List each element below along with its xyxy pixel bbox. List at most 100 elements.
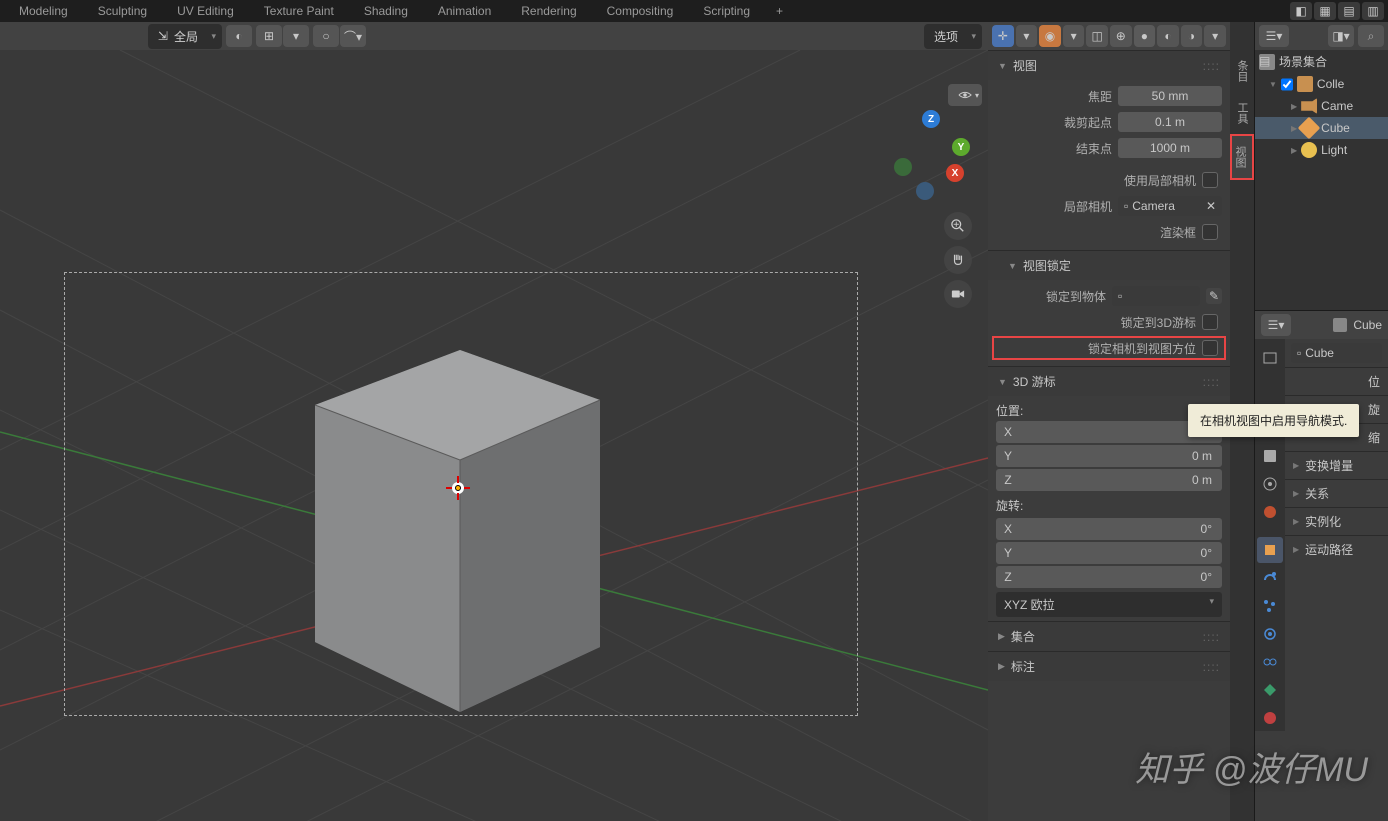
props-tab-particle[interactable] [1257,593,1283,619]
scene-collection-row[interactable]: ▤场景集合 [1255,50,1388,73]
location-y-field[interactable]: Y0 m [996,445,1222,467]
transform-orientation-dropdown[interactable]: ⇲全局 [148,24,222,49]
cursor-section-header[interactable]: ▼3D 游标:::: [988,367,1230,396]
data-name-field[interactable]: ▫Cube [1291,343,1382,363]
tab-compositing[interactable]: Compositing [593,1,688,21]
location-z-field[interactable]: Z0 m [996,469,1222,491]
props-tab-data[interactable] [1257,677,1283,703]
viewport-canvas[interactable]: Z Y X [0,50,988,821]
clip-end-field[interactable]: 1000 m [1118,138,1222,158]
shading-rendered-icon[interactable]: ◑ [1181,25,1203,47]
props-tab-viewlayer[interactable] [1257,443,1283,469]
local-camera-field[interactable]: ▫Camera✕ [1118,196,1222,216]
eyedropper-icon[interactable]: ✎ [1206,288,1222,304]
props-delta-header[interactable]: ▶变换增量 [1285,451,1388,479]
lock-object-field[interactable]: ▫ [1112,286,1200,306]
outliner-mode-dropdown[interactable]: ☰▾ [1259,25,1289,47]
tab-texture-paint[interactable]: Texture Paint [250,1,348,21]
watermark-text: 知乎 @波仔MU [1135,742,1368,791]
camera-view-icon[interactable] [944,280,972,308]
tab-animation[interactable]: Animation [424,1,505,21]
collection-section-header[interactable]: ▶集合:::: [988,622,1230,651]
props-tab-material[interactable] [1257,705,1283,731]
tab-shading[interactable]: Shading [350,1,422,21]
tab-sculpting[interactable]: Sculpting [84,1,161,21]
focal-length-field[interactable]: 50 mm [1118,86,1222,106]
focal-length-label: 焦距 [996,88,1112,105]
axis-gizmo-neg2[interactable] [916,182,934,200]
shading-solid-icon[interactable]: ● [1134,25,1156,47]
n-tab-view[interactable]: 视图 [1230,134,1254,180]
axis-gizmo-x[interactable]: X [946,164,964,182]
props-tab-render[interactable] [1257,345,1283,371]
rotation-x-field[interactable]: X0° [996,518,1222,540]
shading-matprev-icon[interactable]: ◐ [1157,25,1179,47]
viewport-3d[interactable]: ⇲全局 ◐ ⊞ ▾ ○ ⌒▾ 选项 [0,22,988,821]
rotation-z-field[interactable]: Z0° [996,566,1222,588]
axis-gizmo-z[interactable]: Z [922,110,940,128]
props-motion-header[interactable]: ▶运动路径 [1285,535,1388,563]
xray-icon[interactable]: ◫ [1086,25,1108,47]
local-camera-obj-label: 局部相机 [996,198,1112,215]
rotation-mode-dropdown[interactable]: XYZ 欧拉 [996,592,1222,617]
props-relations-header[interactable]: ▶关系 [1285,479,1388,507]
proportional-edit-toggle[interactable]: ○ [313,25,339,47]
proportional-dropdown[interactable]: ⌒▾ [340,25,366,47]
rotation-y-field[interactable]: Y0° [996,542,1222,564]
snap-dropdown[interactable]: ▾ [283,25,309,47]
overlay-dropdown[interactable]: ▾ [1063,25,1085,47]
gizmo-dropdown[interactable]: ▾ [1016,25,1038,47]
tab-rendering[interactable]: Rendering [507,1,590,21]
tab-scripting[interactable]: Scripting [689,1,764,21]
local-camera-label: 使用局部相机 [996,172,1196,189]
shading-wire-icon[interactable]: ⊕ [1110,25,1132,47]
clip-start-label: 裁剪起点 [996,114,1112,131]
props-tab-world[interactable] [1257,499,1283,525]
pan-icon[interactable] [944,246,972,274]
props-tab-physics[interactable] [1257,621,1283,647]
visibility-dropdown[interactable] [948,84,982,106]
render-border-checkbox[interactable] [1202,224,1218,240]
props-tab-object[interactable] [1257,537,1283,563]
n-tab-item[interactable]: 条目 [1230,50,1254,92]
gizmo-icon[interactable]: ✛ [992,25,1014,47]
view-lock-section-header[interactable]: ▼视图锁定 [988,251,1230,280]
tab-modeling[interactable]: Modeling [5,1,82,21]
props-instancing-header[interactable]: ▶实例化 [1285,507,1388,535]
object-name-label: Cube [1353,318,1382,332]
overlay-icon[interactable]: ◉ [1039,25,1061,47]
cube-row[interactable]: ▶Cube [1255,117,1388,139]
clip-start-field[interactable]: 0.1 m [1118,112,1222,132]
props-tab-constraint[interactable] [1257,649,1283,675]
viewport-header: ⇲全局 ◐ ⊞ ▾ ○ ⌒▾ 选项 [0,22,988,50]
scene-dropdown[interactable]: ◧ [1290,2,1312,20]
zoom-icon[interactable] [944,212,972,240]
axis-gizmo-y[interactable]: Y [952,138,970,156]
shading-dropdown[interactable]: ▾ [1204,25,1226,47]
properties-mode-dropdown[interactable]: ☰▾ [1261,314,1291,336]
options-dropdown[interactable]: 选项 [924,24,982,49]
axis-gizmo-neg[interactable] [894,158,912,176]
lock-cursor-checkbox[interactable] [1202,314,1218,330]
props-tab-scene[interactable] [1257,471,1283,497]
collection-row[interactable]: ▼Colle [1255,73,1388,95]
light-row[interactable]: ▶Light [1255,139,1388,161]
annotation-section-header[interactable]: ▶标注:::: [988,652,1230,681]
props-location-row[interactable]: 位 [1285,367,1388,395]
camera-row[interactable]: ▶Came [1255,95,1388,117]
snap-toggle[interactable]: ⊞ [256,25,282,47]
view-section-header[interactable]: ▼视图:::: [988,51,1230,80]
lock-object-label: 锁定到物体 [996,288,1106,305]
add-workspace-button[interactable]: + [766,1,793,21]
props-tab-modifier[interactable] [1257,565,1283,591]
pivot-point-button[interactable]: ◐ [226,25,252,47]
n-tab-tool[interactable]: 工具 [1230,92,1254,134]
search-icon[interactable]: ⌕ [1358,25,1384,47]
outliner-display-dropdown[interactable]: ◨▾ [1328,25,1354,47]
topbar-icon-3[interactable]: ▥ [1362,2,1384,20]
local-camera-checkbox[interactable] [1202,172,1218,188]
topbar-icon-2[interactable]: ▤ [1338,2,1360,20]
tab-uv-editing[interactable]: UV Editing [163,1,248,21]
lock-camera-checkbox[interactable] [1202,340,1218,356]
topbar-icon-1[interactable]: ▦ [1314,2,1336,20]
